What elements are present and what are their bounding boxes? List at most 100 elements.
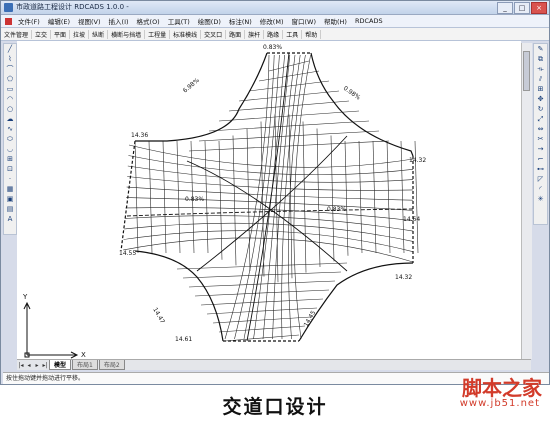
road-edge-north-east bbox=[310, 52, 414, 157]
menu-window[interactable]: 窗口(W) bbox=[287, 16, 320, 26]
ellipse-arc-icon[interactable]: ◡ bbox=[5, 145, 15, 154]
circle-icon[interactable]: ○ bbox=[5, 105, 15, 114]
toolbar-intersection[interactable]: 交叉口 bbox=[201, 29, 227, 39]
drawing-canvas[interactable]: 14.36 14.32 14.64 14.55 14.32 14.61 0.83… bbox=[17, 41, 521, 359]
grid-line-south-arm bbox=[212, 316, 312, 324]
offset-icon[interactable]: ⫽ bbox=[535, 75, 546, 84]
toolbar-quantities[interactable]: 工程量 bbox=[145, 29, 171, 39]
close-button[interactable]: × bbox=[531, 2, 547, 14]
menu-bar: 文件(F) 编辑(E) 视图(V) 插入(I) 格式(O) 工具(T) 绘图(D… bbox=[1, 15, 549, 28]
hatch-icon[interactable]: ▦ bbox=[5, 185, 15, 194]
toolbar-curb[interactable]: 路缘 bbox=[264, 29, 284, 39]
tab-next-icon[interactable]: ▸ bbox=[33, 362, 41, 369]
elevation-label: 14.36 bbox=[131, 132, 148, 139]
title-bar: 市政道路工程设计 RDCADS 1.0.0 - _ □ × bbox=[1, 1, 549, 15]
mirror-icon[interactable]: ⟛ bbox=[535, 65, 546, 74]
menu-help[interactable]: 帮助(H) bbox=[320, 16, 351, 26]
rotated-label: 6.98% bbox=[182, 77, 201, 95]
extend-icon[interactable]: → bbox=[535, 145, 546, 154]
grid-line-transverse bbox=[232, 135, 237, 266]
toolbar-help[interactable]: 帮助 bbox=[302, 29, 322, 39]
draw-toolbar: ╱ ⌇ ⌒ ⬠ ▭ ◠ ○ ☁ ∿ ⬭ ◡ ⊞ ⊡ · ▦ ▣ ▤ A bbox=[3, 43, 17, 235]
menu-view[interactable]: 视图(V) bbox=[74, 16, 105, 26]
elevation-label: 14.32 bbox=[409, 157, 426, 164]
tab-first-icon[interactable]: |◂ bbox=[17, 362, 25, 369]
tab-last-icon[interactable]: ▸| bbox=[41, 362, 49, 369]
polyline-icon[interactable]: ⌇ bbox=[5, 55, 15, 64]
region-icon[interactable]: ▣ bbox=[5, 195, 15, 204]
app-icon bbox=[4, 3, 13, 12]
document-icon bbox=[5, 17, 12, 25]
toolbar-standard-lines[interactable]: 标准模线 bbox=[170, 29, 202, 39]
menu-dimension[interactable]: 标注(N) bbox=[225, 16, 256, 26]
rectangle-icon[interactable]: ▭ bbox=[5, 85, 15, 94]
menu-modify[interactable]: 修改(M) bbox=[256, 16, 288, 26]
rotated-label: 14.47 bbox=[151, 307, 166, 326]
text-icon[interactable]: A bbox=[5, 215, 15, 224]
break-icon[interactable]: ⌐ bbox=[535, 155, 546, 164]
arc-icon[interactable]: ⌒ bbox=[5, 65, 15, 74]
road-end-west bbox=[120, 140, 136, 252]
toolbar-tools[interactable]: 工具 bbox=[283, 29, 303, 39]
insert-block-icon[interactable]: ⊞ bbox=[5, 155, 15, 164]
toolbar-slope[interactable]: 拉坡 bbox=[70, 29, 90, 39]
maximize-button[interactable]: □ bbox=[514, 2, 530, 14]
spline-icon[interactable]: ∿ bbox=[5, 125, 15, 134]
line-icon[interactable]: ╱ bbox=[5, 45, 15, 54]
elevation-label: 14.55 bbox=[119, 250, 136, 257]
minimize-button[interactable]: _ bbox=[497, 2, 513, 14]
toolbar-file-manage[interactable]: 文件管理 bbox=[1, 29, 33, 39]
toolbar-profile[interactable]: 纵断 bbox=[89, 29, 109, 39]
toolbar-cross-section[interactable]: 横断与挡墙 bbox=[108, 29, 146, 39]
make-block-icon[interactable]: ⊡ bbox=[5, 165, 15, 174]
explode-icon[interactable]: ✳ bbox=[535, 195, 546, 204]
menu-insert[interactable]: 插入(I) bbox=[105, 16, 133, 26]
menu-file[interactable]: 文件(F) bbox=[14, 16, 44, 26]
vertical-scrollbar[interactable] bbox=[521, 43, 532, 359]
erase-icon[interactable]: ✎ bbox=[535, 45, 546, 54]
menu-format[interactable]: 格式(O) bbox=[133, 16, 164, 26]
elevation-label: 14.61 bbox=[175, 336, 192, 343]
grid-line-ew bbox=[127, 176, 414, 191]
tab-layout2[interactable]: 布局2 bbox=[98, 360, 125, 370]
grid-line-transverse bbox=[246, 128, 251, 272]
array-icon[interactable]: ⊞ bbox=[535, 85, 546, 94]
modify-toolbar: ✎ ⧉ ⟛ ⫽ ⊞ ✥ ↻ ⤢ ⇔ ✂ → ⌐ ⊷ ◸ ◜ ✳ bbox=[533, 43, 548, 225]
polygon-icon[interactable]: ⬠ bbox=[5, 75, 15, 84]
tab-layout1[interactable]: 布局1 bbox=[72, 360, 98, 370]
grid-line-north-arm bbox=[248, 80, 330, 92]
table-icon[interactable]: ▤ bbox=[5, 205, 15, 214]
road-crown-lines bbox=[126, 52, 414, 342]
grid-line-south-arm bbox=[218, 325, 306, 333]
toolbar-flag[interactable]: 旗杆 bbox=[245, 29, 265, 39]
crown-line-ns bbox=[246, 52, 290, 342]
watermark-logo: 脚本之家 bbox=[462, 376, 542, 400]
menu-rdcads[interactable]: RDCADS bbox=[351, 17, 387, 25]
copy-icon[interactable]: ⧉ bbox=[535, 55, 546, 64]
move-icon[interactable]: ✥ bbox=[535, 95, 546, 104]
toolbar-pavement[interactable]: 路面 bbox=[226, 29, 246, 39]
elevation-label: 14.64 bbox=[403, 216, 420, 223]
tab-prev-icon[interactable]: ◂ bbox=[25, 362, 33, 369]
scrollbar-thumb[interactable] bbox=[523, 51, 530, 91]
menu-tools[interactable]: 工具(T) bbox=[164, 16, 194, 26]
point-icon[interactable]: · bbox=[5, 175, 15, 184]
tab-model[interactable]: 模型 bbox=[49, 360, 72, 370]
ellipse-icon[interactable]: ⬭ bbox=[5, 135, 15, 144]
fillet-icon[interactable]: ◜ bbox=[535, 185, 546, 194]
chamfer-icon[interactable]: ◸ bbox=[535, 175, 546, 184]
revcloud-icon[interactable]: ☁ bbox=[5, 115, 15, 124]
toolbar-interchange[interactable]: 立交 bbox=[32, 29, 52, 39]
watermark-url: www.jb51.net bbox=[459, 398, 540, 409]
rotate-icon[interactable]: ↻ bbox=[535, 105, 546, 114]
road-edge-north-west bbox=[135, 52, 268, 142]
trim-icon[interactable]: ✂ bbox=[535, 135, 546, 144]
join-icon[interactable]: ⊷ bbox=[535, 165, 546, 174]
menu-edit[interactable]: 编辑(E) bbox=[44, 16, 74, 26]
rdcads-window: 市政道路工程设计 RDCADS 1.0.0 - _ □ × 文件(F) 编辑(E… bbox=[0, 0, 550, 385]
stretch-icon[interactable]: ⇔ bbox=[535, 125, 546, 134]
toolbar-plan[interactable]: 平面 bbox=[51, 29, 71, 39]
menu-draw[interactable]: 绘图(D) bbox=[194, 16, 225, 26]
scale-icon[interactable]: ⤢ bbox=[535, 115, 546, 124]
arc2-icon[interactable]: ◠ bbox=[5, 95, 15, 104]
